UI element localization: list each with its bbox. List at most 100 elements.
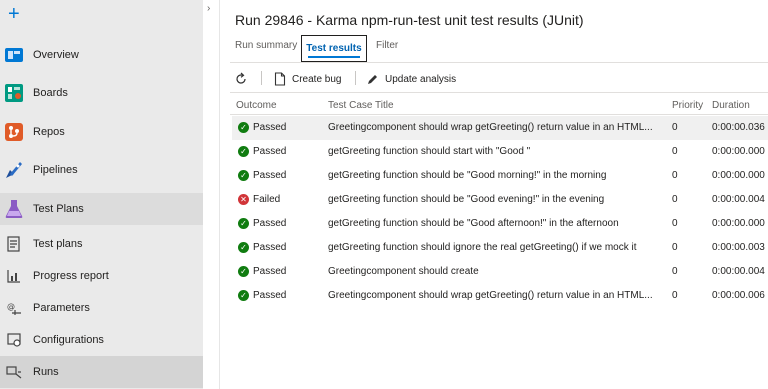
sidebar-item-label: Boards (33, 87, 68, 99)
table-row[interactable]: ✓ Passed getGreeting function should start… (232, 140, 768, 164)
parameters-icon: @ (7, 302, 21, 315)
tab-filter[interactable]: Filter (376, 40, 398, 51)
svg-text:@: @ (7, 302, 15, 311)
table-row[interactable]: ✓ Passed getGreeting function should be "G… (232, 164, 768, 188)
passed-status-icon: ✓ (238, 122, 249, 133)
passed-status-icon: ✓ (238, 290, 249, 301)
pencil-icon (368, 74, 377, 84)
priority-cell: 0 (672, 290, 678, 301)
update-analysis-button[interactable]: Update analysis (366, 70, 456, 88)
column-header-title[interactable]: Test Case Title (328, 100, 394, 111)
duration-cell: 0:00:00.000 (712, 218, 765, 229)
test-title-cell: Greetingcomponent should create (328, 266, 479, 277)
sidebar-item-label: Progress report (33, 270, 109, 282)
test-title-cell: Greetingcomponent should wrap getGreetin… (328, 290, 653, 301)
sidebar-item-label: Test Plans (33, 203, 84, 215)
table-row[interactable]: ✓ Passed getGreeting function should be "G… (232, 212, 768, 236)
sidebar-item-label: Test plans (33, 238, 83, 250)
outcome-cell: Passed (253, 266, 287, 277)
sidebar-item-label: Pipelines (33, 164, 78, 176)
test-title-cell: getGreeting function should ignore the r… (328, 242, 637, 253)
sidebar-subitem-parameters[interactable]: @ Parameters (0, 296, 203, 320)
toolbar-separator (261, 71, 262, 85)
outcome-cell: Passed (253, 146, 287, 157)
test-title-cell: getGreeting function should be "Good eve… (328, 194, 605, 205)
outcome-cell: Passed (253, 242, 287, 253)
repos-icon (5, 123, 23, 141)
priority-cell: 0 (672, 194, 678, 205)
passed-status-icon: ✓ (238, 266, 249, 277)
boards-icon (5, 84, 23, 102)
pipelines-icon (6, 162, 22, 178)
tabs-divider (230, 62, 768, 63)
test-title-cell: getGreeting function should be "Good aft… (328, 218, 619, 229)
outcome-cell: Passed (253, 218, 287, 229)
duration-cell: 0:00:00.006 (712, 290, 765, 301)
test-title-cell: getGreeting function should start with "… (328, 146, 531, 157)
outcome-cell: Passed (253, 170, 287, 181)
table-row[interactable]: ✓ Passed getGreeting function should ignor… (232, 236, 768, 260)
outcome-cell: Passed (253, 122, 287, 133)
toolbar-separator (355, 71, 356, 85)
passed-status-icon: ✓ (238, 146, 249, 157)
table-row[interactable]: ✕ Failed getGreeting function should be "G… (232, 188, 768, 212)
passed-status-icon: ✓ (238, 218, 249, 229)
table-row[interactable]: ✓ Passed Greetingcomponent should wrap get… (232, 284, 768, 308)
sidebar-subitem-runs[interactable]: Runs (0, 356, 203, 388)
collapse-chevron-icon[interactable]: › (207, 3, 210, 14)
test-plans-list-icon (7, 236, 20, 252)
table-row[interactable]: ✓ Passed Greetingcomponent should wrap get… (232, 116, 768, 140)
sidebar-subitem-configurations[interactable]: Configurations (0, 328, 203, 352)
add-icon[interactable]: + (8, 4, 20, 24)
duration-cell: 0:00:00.000 (712, 170, 765, 181)
sidebar-item-test-plans[interactable]: Test Plans (0, 193, 203, 225)
sidebar-subitem-test-plans[interactable]: Test plans (0, 232, 203, 256)
priority-cell: 0 (672, 122, 678, 133)
priority-cell: 0 (672, 266, 678, 277)
runs-icon (6, 366, 22, 379)
toolbar-divider (230, 92, 768, 93)
priority-cell: 0 (672, 242, 678, 253)
sidebar-item-boards[interactable]: Boards (0, 80, 203, 106)
duration-cell: 0:00:00.036 (712, 122, 765, 133)
configurations-icon (7, 333, 21, 347)
priority-cell: 0 (672, 218, 678, 229)
passed-status-icon: ✓ (238, 242, 249, 253)
create-bug-label: Create bug (292, 73, 342, 85)
main-content: Run 29846 - Karma npm-run-test unit test… (220, 0, 768, 389)
sidebar-item-label: Parameters (33, 302, 90, 314)
sidebar-item-label: Runs (33, 366, 59, 378)
test-plans-icon (5, 200, 23, 218)
duration-cell: 0:00:00.004 (712, 266, 765, 277)
sidebar-item-overview[interactable]: Overview (0, 42, 203, 68)
tab-test-results[interactable]: Test results (301, 35, 367, 62)
priority-cell: 0 (672, 146, 678, 157)
tab-label: Test results (306, 43, 362, 54)
priority-cell: 0 (672, 170, 678, 181)
refresh-button[interactable] (234, 70, 248, 88)
update-analysis-label: Update analysis (385, 73, 457, 85)
outcome-cell: Passed (253, 290, 287, 301)
column-header-priority[interactable]: Priority (672, 100, 703, 111)
sidebar-subitem-progress-report[interactable]: Progress report (0, 264, 203, 288)
column-header-outcome[interactable]: Outcome (236, 100, 277, 111)
sidebar-item-label: Configurations (33, 334, 104, 346)
progress-report-icon (7, 270, 20, 283)
table-row[interactable]: ✓ Passed Greetingcomponent should create 0 0… (232, 260, 768, 284)
duration-cell: 0:00:00.000 (712, 146, 765, 157)
header-divider (230, 114, 768, 115)
overview-icon (5, 48, 23, 62)
sidebar-item-label: Repos (33, 126, 65, 138)
sidebar-item-pipelines[interactable]: Pipelines (0, 157, 203, 183)
refresh-icon (236, 72, 246, 84)
test-title-cell: Greetingcomponent should wrap getGreetin… (328, 122, 653, 133)
passed-status-icon: ✓ (238, 170, 249, 181)
duration-cell: 0:00:00.003 (712, 242, 765, 253)
create-bug-button[interactable]: Create bug (274, 70, 341, 88)
test-title-cell: getGreeting function should be "Good mor… (328, 170, 607, 181)
document-icon (274, 72, 286, 86)
sidebar-item-label: Overview (33, 49, 79, 61)
column-header-duration[interactable]: Duration (712, 100, 750, 111)
tab-run-summary[interactable]: Run summary (235, 40, 297, 51)
sidebar-item-repos[interactable]: Repos (0, 119, 203, 145)
